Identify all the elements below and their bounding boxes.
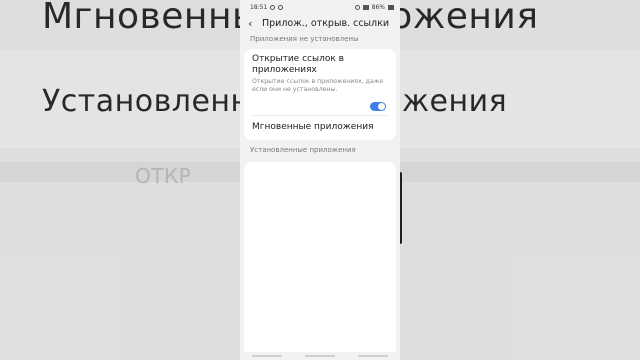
back-button[interactable]: [358, 355, 389, 357]
open-links-title: Открытие ссылок в приложениях: [252, 54, 344, 75]
navigation-bar: [240, 352, 400, 360]
status-bar: 18:51 86%: [240, 0, 400, 14]
toggle-knob: [378, 103, 385, 110]
location-icon: [354, 4, 360, 10]
recent-apps-button[interactable]: [251, 355, 282, 357]
notification-icon: [270, 4, 276, 10]
instant-apps-title: Мгновенные приложения: [252, 122, 374, 132]
battery-level: 86%: [371, 3, 385, 11]
open-links-row[interactable]: Открытие ссылок в приложениях Открытие с…: [244, 49, 396, 115]
settings-header: ‹ Прилож., открыв. ссылки: [240, 14, 400, 32]
settings-card: Открытие ссылок в приложениях Открытие с…: [244, 49, 396, 140]
home-button[interactable]: [304, 355, 335, 357]
page-title: Прилож., открыв. ссылки: [262, 17, 390, 29]
instant-apps-row[interactable]: Мгновенные приложения: [244, 116, 396, 140]
status-time: 18:51: [250, 3, 268, 11]
open-links-subtitle: Открытие ссылок в приложениях, даже если…: [252, 78, 384, 93]
whatsapp-icon: [278, 4, 284, 10]
installed-apps-list: [244, 162, 396, 360]
section-label-not-installed: Приложения не установлены: [250, 35, 359, 43]
back-arrow-icon[interactable]: ‹: [248, 17, 262, 30]
open-links-toggle[interactable]: [370, 102, 386, 111]
signal-icon: [362, 4, 369, 10]
phone-screen: 18:51 86% ‹ Прилож., открыв. ссылки Прил…: [240, 0, 400, 360]
battery-icon: [388, 4, 394, 10]
section-label-installed: Установленные приложения: [250, 146, 356, 154]
